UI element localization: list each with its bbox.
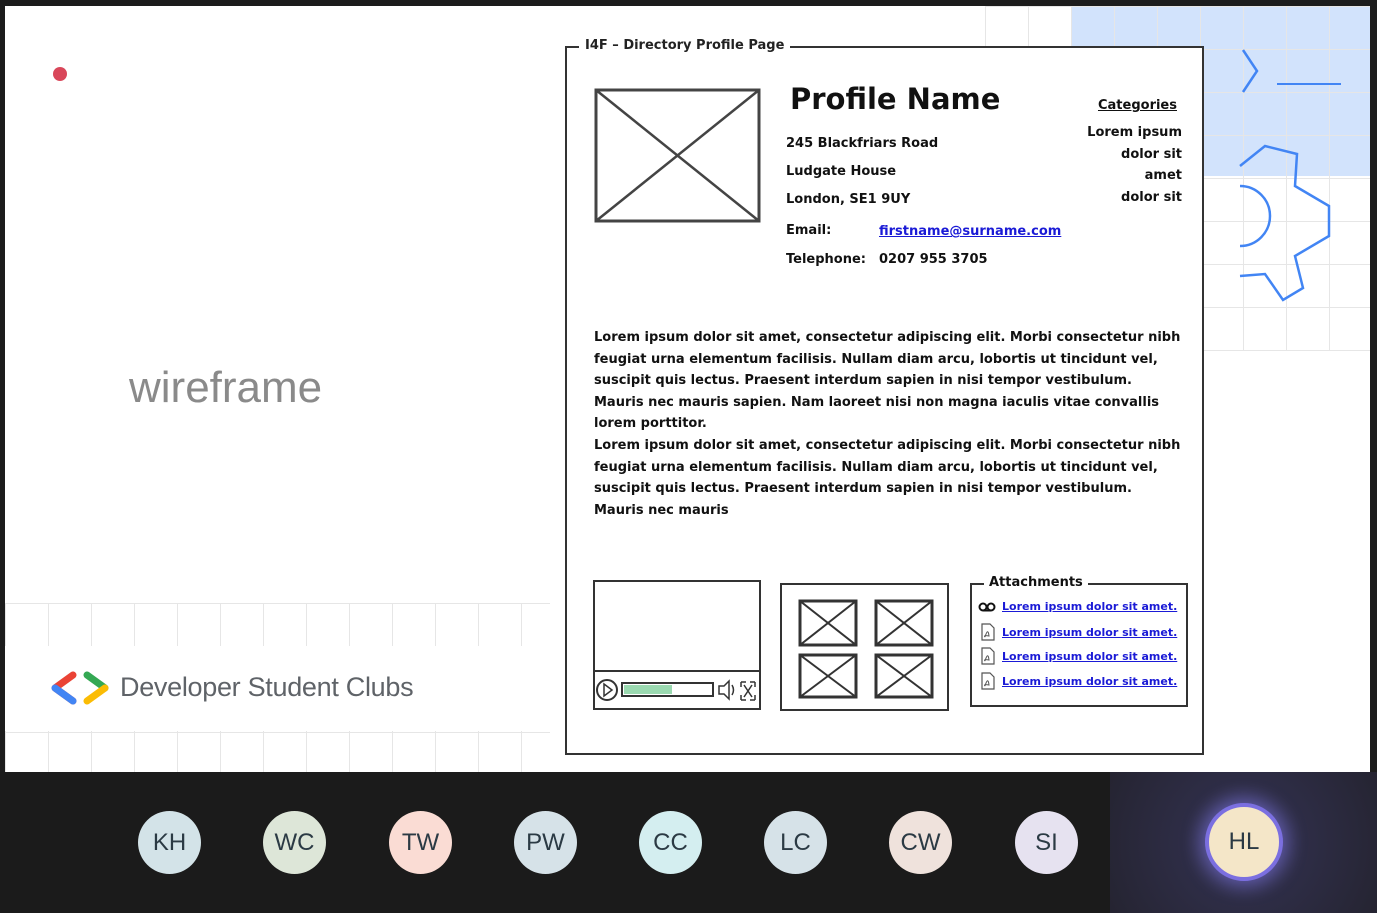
image-placeholder-icon <box>594 88 761 223</box>
body-paragraph: Lorem ipsum dolor sit amet, consectetur … <box>594 330 1181 432</box>
pdf-file-icon <box>981 623 995 641</box>
gear-decoration-icon <box>1239 49 1341 302</box>
body-paragraph: Lorem ipsum dolor sit amet, consectetur … <box>594 438 1181 518</box>
participant-initials: LC <box>780 828 811 856</box>
category-item: dolor sit <box>1121 146 1182 162</box>
image-placeholder-icon <box>874 653 934 699</box>
participant-avatar[interactable]: CC <box>639 811 702 874</box>
brand-name: Developer Student Clubs <box>120 672 414 702</box>
attachment-item[interactable]: Lorem ipsum dolor sit amet. <box>978 623 1177 641</box>
participant-initials: PW <box>526 828 565 856</box>
attachments-title: Attachments <box>984 575 1088 590</box>
attachment-item[interactable]: Lorem ipsum dolor sit amet. <box>978 647 1177 665</box>
participant-avatar[interactable]: TW <box>389 811 452 874</box>
participant-avatar[interactable]: LC <box>764 811 827 874</box>
wireframe-mockup: I4F – Directory Profile Page Profile Nam… <box>565 38 1204 755</box>
category-item: amet <box>1144 168 1182 183</box>
participant-avatar[interactable]: KH <box>138 811 201 874</box>
categories-heading: Categories <box>1097 98 1177 113</box>
video-player <box>593 580 761 710</box>
participant-initials: TW <box>401 828 440 856</box>
pdf-file-icon <box>981 647 995 665</box>
participant-avatar[interactable]: CW <box>889 811 952 874</box>
presentation-slide: wireframe Developer Student Clubs I4F – … <box>5 6 1370 772</box>
address-line: Ludgate House <box>786 164 897 179</box>
category-item: dolor sit <box>1121 189 1182 205</box>
video-controls <box>595 670 759 708</box>
pdf-file-icon <box>981 672 995 690</box>
volume-icon[interactable] <box>718 679 735 701</box>
categories-list: Lorem ipsum dolor sit amet dolor sit <box>1087 122 1182 208</box>
active-speaker-avatar[interactable]: HL <box>1205 803 1283 881</box>
telephone-label: Telephone: <box>786 252 866 267</box>
active-speaker-panel: HL <box>1110 772 1377 913</box>
address-line: London, SE1 9UY <box>786 192 911 207</box>
attachment-link[interactable]: Lorem ipsum dolor sit amet. <box>1002 650 1177 663</box>
participants-bar: KH WC TW PW CC LC CW SI HL <box>0 772 1377 913</box>
participant-avatar[interactable]: WC <box>263 811 326 874</box>
voicemail-icon <box>978 602 996 611</box>
image-placeholder-icon <box>798 653 858 699</box>
attachment-item[interactable]: Lorem ipsum dolor sit amet. <box>978 672 1177 690</box>
participant-avatar[interactable]: PW <box>514 811 577 874</box>
category-item: Lorem ipsum <box>1087 125 1182 140</box>
attachment-link[interactable]: Lorem ipsum dolor sit amet. <box>1002 675 1177 688</box>
dsc-logo-icon <box>51 671 109 705</box>
email-link[interactable]: firstname@surname.com <box>879 224 1061 239</box>
attachment-link[interactable]: Lorem ipsum dolor sit amet. <box>1002 626 1177 639</box>
slide-label: wireframe <box>129 363 323 412</box>
participant-initials: KH <box>152 828 187 856</box>
participant-initials: CW <box>900 828 941 856</box>
play-icon[interactable] <box>596 679 618 701</box>
attachment-item[interactable]: Lorem ipsum dolor sit amet. <box>978 600 1177 613</box>
email-label: Email: <box>786 223 832 238</box>
address-line: 245 Blackfriars Road <box>786 136 939 151</box>
image-gallery <box>780 583 949 711</box>
participant-initials: CC <box>653 828 688 856</box>
laser-pointer-dot <box>53 67 67 81</box>
participant-initials: WC <box>274 828 315 856</box>
fullscreen-icon[interactable] <box>740 681 756 701</box>
participant-initials: HL <box>1228 828 1260 855</box>
image-placeholder-icon <box>874 599 934 647</box>
wireframe-title: I4F – Directory Profile Page <box>579 38 791 53</box>
participant-avatar[interactable]: SI <box>1015 811 1078 874</box>
attachments-panel: Attachments Lorem ipsum dolor sit amet. … <box>970 575 1188 707</box>
image-placeholder-icon <box>798 599 858 647</box>
profile-name: Profile Name <box>790 82 1001 116</box>
attachment-link[interactable]: Lorem ipsum dolor sit amet. <box>1002 600 1177 613</box>
video-progress-fill <box>624 685 672 694</box>
telephone-value: 0207 955 3705 <box>879 252 988 267</box>
participant-initials: SI <box>1035 828 1058 856</box>
